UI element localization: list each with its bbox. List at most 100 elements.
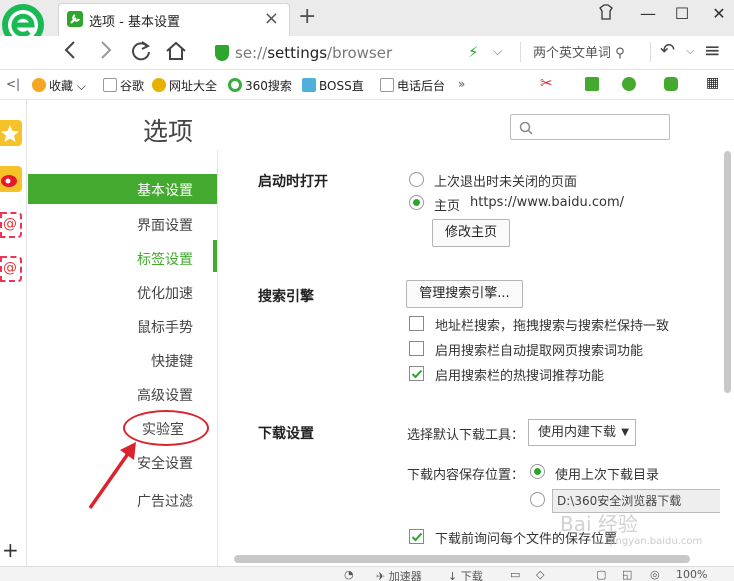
mail-icon[interactable]: @ [0, 212, 22, 238]
option-addressbar-search-label: 地址栏搜索，拖拽搜索与搜索栏保持一致 [435, 319, 670, 334]
maximize-button[interactable]: ☐ [668, 4, 696, 28]
option-homepage-label: 主页 [434, 199, 461, 214]
status-bar: ◔ ✈ 加速器 ↓ 下载 ▭ ◇ ▢ ◱ ◎ 100% [0, 566, 734, 581]
checkbox-auto-extract[interactable] [409, 341, 424, 356]
vertical-scroll-thumb[interactable] [724, 151, 731, 393]
zoom-level[interactable]: 100% [676, 568, 707, 581]
security-shield-icon [215, 45, 229, 61]
search-icon: ⚲ [615, 46, 625, 61]
settings-search-input[interactable] [510, 114, 670, 140]
nav-item-shortcuts[interactable]: 快捷键 [151, 351, 193, 371]
download-tool-label: 选择默认下载工具： [407, 428, 525, 443]
checkbox-ask-location[interactable] [409, 529, 424, 544]
menu-icon[interactable]: ≡ [704, 38, 721, 62]
download-location-label: 下载内容保存位置： [407, 468, 525, 483]
favorites-star-icon[interactable] [0, 120, 22, 146]
screenshot-scissors-icon[interactable]: ✂ [540, 74, 553, 92]
tab-close-icon[interactable]: × [264, 8, 279, 29]
search-section-title: 搜索引擎 [258, 289, 314, 305]
title-bar: 选项 - 基本设置 × + — ☐ ✕ [0, 0, 734, 46]
option-auto-extract-label: 启用搜索栏自动提取网页搜索词功能 [435, 344, 644, 359]
forward-icon[interactable] [92, 40, 120, 66]
url-text[interactable]: se://settings/browser [235, 44, 392, 62]
close-window-button[interactable]: ✕ [705, 4, 733, 28]
home-icon[interactable] [162, 40, 190, 66]
game-icon[interactable] [664, 77, 681, 92]
checkbox-addressbar-search[interactable] [409, 316, 424, 331]
sidebar-strip: @ @ + [0, 100, 27, 566]
add-sidebar-icon[interactable]: + [2, 538, 19, 562]
watermark: Bai 经验 [560, 512, 638, 536]
nav-active-marker [213, 240, 217, 272]
page-title: 选项 [143, 117, 194, 146]
boss-icon [302, 78, 316, 92]
search-box[interactable]: 两个英文单词 ⚲ [533, 42, 625, 61]
bookmark-boss[interactable]: BOSS直 [302, 77, 364, 94]
refresh-icon[interactable] [127, 40, 155, 66]
download-item[interactable]: ↓ 下载 [448, 568, 483, 581]
download-tool-select[interactable]: 使用内建下载 ▼ [528, 419, 636, 446]
nav-item-interface[interactable]: 界面设置 [137, 215, 193, 235]
radio-last-session[interactable] [409, 172, 424, 187]
bookmark-phone-admin[interactable]: 电话后台 [380, 77, 445, 94]
skin-icon[interactable] [592, 4, 620, 28]
status-icon-5[interactable]: ◎ [650, 568, 660, 581]
page-icon [103, 78, 117, 92]
radio-use-last-dir[interactable] [530, 464, 545, 479]
star-icon [32, 78, 46, 92]
speed-mode-icon[interactable]: ⚡ [468, 43, 479, 61]
accelerator-item[interactable]: ✈ 加速器 [376, 568, 422, 581]
status-icon-2[interactable]: ◇ [536, 568, 544, 581]
nav-item-basic[interactable]: 基本设置 [28, 174, 217, 204]
status-icon-1[interactable]: ▭ [510, 568, 520, 581]
tab-title: 选项 - 基本设置 [89, 15, 180, 30]
status-icon-3[interactable]: ▢ [596, 568, 606, 581]
rocket-icon: ✈ [376, 570, 386, 581]
checkmark-icon [411, 369, 423, 379]
nav-item-security[interactable]: 安全设置 [137, 453, 193, 473]
option-last-session-label: 上次退出时未关闭的页面 [434, 175, 578, 190]
nav-item-ad-filter[interactable]: 广告过滤 [137, 491, 193, 511]
back-icon[interactable] [56, 40, 84, 66]
search-icon [519, 121, 533, 135]
shopping-icon[interactable] [622, 77, 639, 92]
annotation-arrow-icon [88, 442, 136, 510]
checkmark-icon [411, 532, 423, 542]
bookmark-360-search[interactable]: 360搜索 [228, 77, 292, 94]
use-last-dir-label: 使用上次下载目录 [555, 468, 660, 483]
download-tool-value: 使用内建下载 [538, 425, 617, 440]
download-icon: ↓ [448, 570, 458, 581]
undo-icon[interactable]: ↶ [660, 40, 675, 61]
speedometer-icon[interactable]: ◔ [344, 568, 354, 581]
chevron-down-icon[interactable]: ⌵ [686, 44, 694, 58]
new-tab-button[interactable]: + [298, 4, 316, 29]
translate-icon[interactable] [585, 77, 602, 92]
yen-badge-icon [622, 77, 636, 91]
manage-search-engines-button[interactable]: 管理搜索引擎... [406, 280, 523, 308]
bookmarks-collapse-icon[interactable]: <| [6, 77, 20, 91]
bookmarks-bar: <| 收藏 ⌵ 谷歌 网址大全 360搜索 BOSS直 电话后台 » ✂ ▦ [0, 71, 734, 100]
horizontal-scroll-thumb[interactable] [234, 555, 690, 563]
bookmarks-more-icon[interactable]: » [458, 77, 465, 91]
chevron-down-icon[interactable]: ⌵ [493, 44, 502, 59]
active-tab[interactable]: 选项 - 基本设置 × [58, 3, 290, 36]
page-icon [380, 78, 394, 92]
status-icon-4[interactable]: ◱ [622, 568, 632, 581]
nav-item-optimize[interactable]: 优化加速 [137, 283, 193, 303]
change-homepage-button[interactable]: 修改主页 [432, 219, 510, 247]
divider [650, 42, 651, 62]
nav-item-advanced[interactable]: 高级设置 [137, 385, 193, 405]
weibo-icon[interactable] [0, 166, 22, 192]
radio-custom-dir[interactable] [530, 492, 545, 507]
nav-item-mouse-gesture[interactable]: 鼠标手势 [137, 317, 193, 337]
mail-icon-2[interactable]: @ [0, 256, 22, 282]
checkbox-hot-search[interactable] [409, 366, 424, 381]
extensions-grid-icon[interactable]: ▦ [706, 75, 719, 91]
dropdown-arrow-icon: ▼ [621, 427, 629, 438]
minimize-button[interactable]: — [634, 4, 662, 28]
bookmark-site-directory[interactable]: 网址大全 [152, 77, 217, 94]
bookmark-google[interactable]: 谷歌 [103, 77, 144, 94]
nav-item-tabs[interactable]: 标签设置 [137, 249, 193, 269]
bookmark-favorites[interactable]: 收藏 ⌵ [32, 77, 86, 94]
radio-homepage[interactable] [409, 195, 424, 210]
